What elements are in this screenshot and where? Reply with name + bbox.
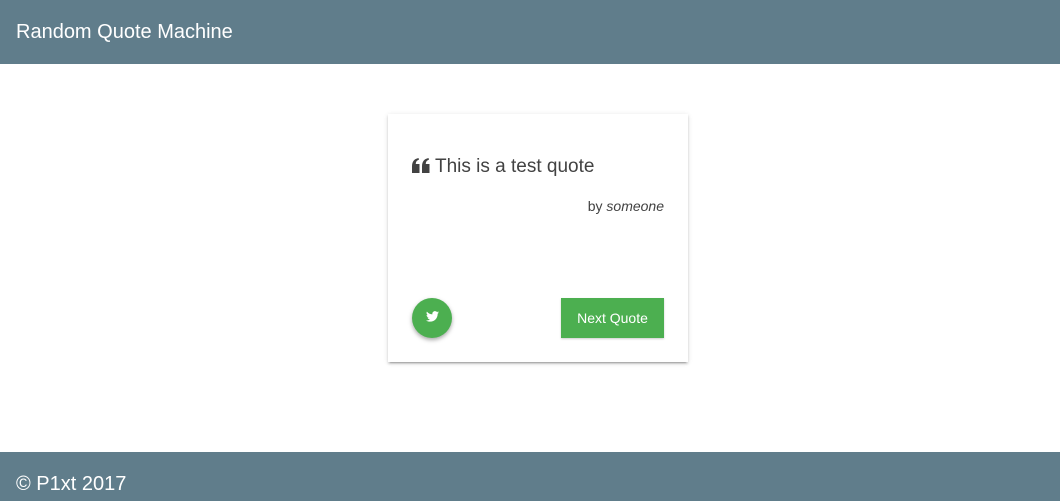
app-bar: Random Quote Machine <box>0 0 1060 64</box>
quote-author: by someone <box>588 198 664 214</box>
author-name: someone <box>606 198 664 214</box>
app-title: Random Quote Machine <box>16 20 233 43</box>
quote-block: This is a test quote <box>412 156 594 178</box>
tweet-button[interactable] <box>412 298 452 338</box>
author-prefix: by <box>587 198 603 214</box>
quote-text: This is a test quote <box>435 156 595 177</box>
quote-left-icon <box>412 158 430 174</box>
footer-copyright: © P1xt 2017 <box>16 472 127 495</box>
next-quote-button[interactable]: Next Quote <box>561 298 664 338</box>
footer: © P1xt 2017 <box>0 452 1060 501</box>
twitter-icon <box>425 309 439 327</box>
quote-card: This is a test quote by someone Next Quo… <box>388 114 688 362</box>
